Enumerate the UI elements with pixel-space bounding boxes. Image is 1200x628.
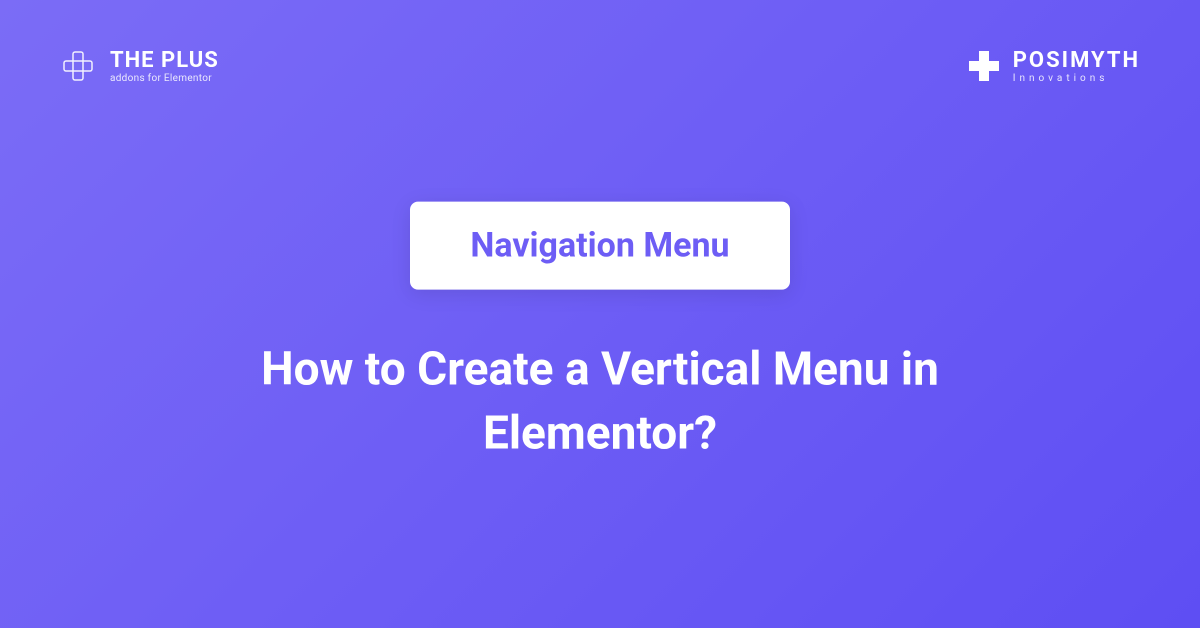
posimyth-logo-text: POSIMYTH Innovations <box>1013 48 1140 84</box>
main-content: Navigation Menu How to Create a Vertical… <box>0 202 1200 467</box>
the-plus-title: THE PLUS <box>110 48 219 73</box>
the-plus-logo-text: THE PLUS addons for Elementor <box>110 48 219 84</box>
posimyth-icon <box>967 49 1001 83</box>
posimyth-subtitle: Innovations <box>1013 73 1140 84</box>
posimyth-logo: POSIMYTH Innovations <box>967 48 1140 84</box>
posimyth-title: POSIMYTH <box>1013 48 1140 73</box>
the-plus-subtitle: addons for Elementor <box>110 73 219 84</box>
header: THE PLUS addons for Elementor POSIMYTH I… <box>0 0 1200 84</box>
the-plus-logo: THE PLUS addons for Elementor <box>60 48 219 84</box>
plus-icon <box>60 48 96 84</box>
category-badge: Navigation Menu <box>410 202 789 290</box>
page-title: How to Create a Vertical Menu in Element… <box>150 338 1050 467</box>
